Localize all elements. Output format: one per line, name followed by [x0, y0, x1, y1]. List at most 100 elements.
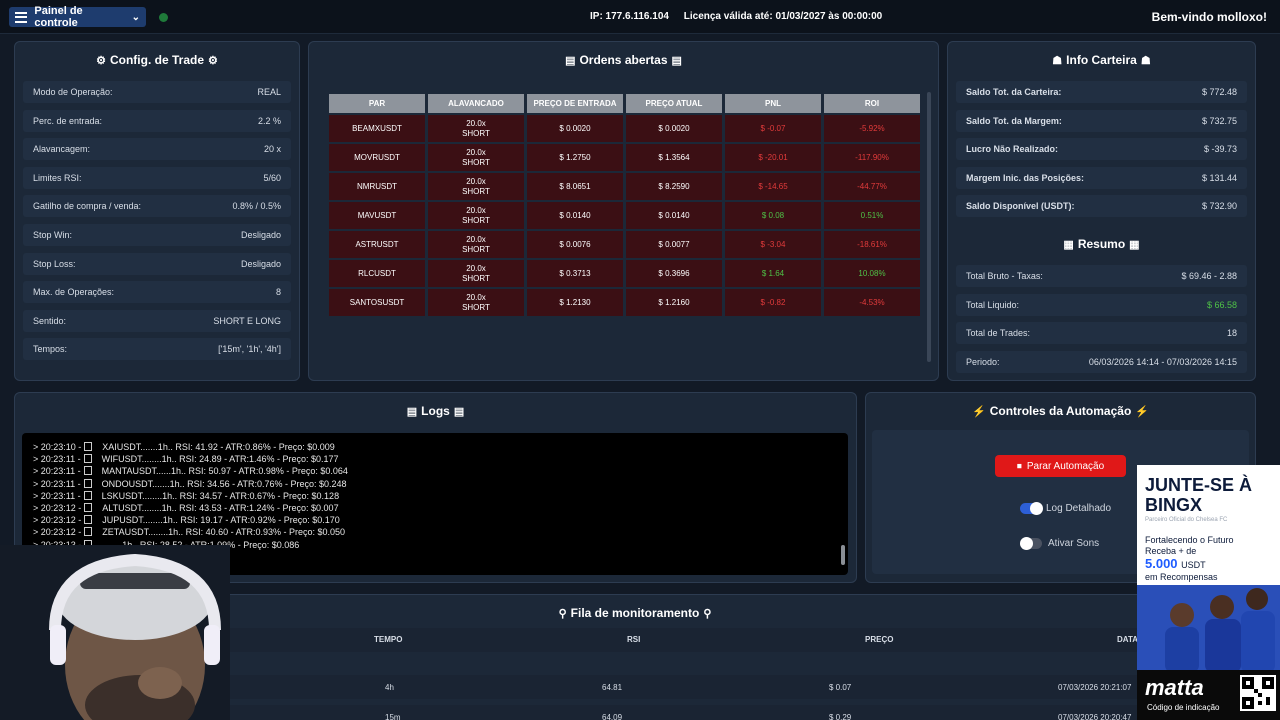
orders-scrollbar[interactable] [927, 92, 931, 362]
order-current-price: $ 1.2160 [626, 287, 722, 316]
wallet-row: Margem Inic. das Posições: $ 131.44 [956, 166, 1247, 189]
config-row: Tempos: ['15m', '1h', '4h'] [23, 338, 291, 361]
wallet-value: $ 732.75 [1201, 115, 1237, 126]
trade-config-panel: ⚙ Config. de Trade ⚙ Modo de Operação: REAL… [14, 41, 300, 381]
money-bag-icon: ☗ [1140, 55, 1151, 67]
summary-row: Total Bruto - Taxas: $ 69.46 - 2.88 [956, 265, 1247, 287]
wallet-row: Saldo Disponível (USDT): $ 732.90 [956, 195, 1247, 218]
log-info-icon [83, 466, 92, 476]
config-label: Limites RSI: [33, 172, 82, 183]
log-line: > 20:23:11 - LSKUSDT........1h.. RSI: 34.… [33, 490, 340, 501]
log-text: XAIUSDT.......1h.. RSI: 41.92 - ATR:0.86… [102, 442, 335, 452]
chevron-down-icon: ⌄ [131, 11, 140, 23]
order-pair: SANTOSUSDT [329, 287, 425, 316]
order-pnl: $ -20.01 [725, 142, 821, 171]
ad-line1: Fortalecendo o Futuro Receba + de [1145, 535, 1234, 556]
wallet-label: Lucro Não Realizado: [966, 144, 1059, 155]
log-timestamp: > 20:23:12 - [33, 503, 82, 513]
order-row[interactable]: SANTOSUSDT 20.0x SHORT $ 1.2130 $ 1.2160 $ -0… [329, 287, 920, 316]
log-text: MANTAUSDT......1h.. RSI: 50.97 - ATR:0.9… [101, 466, 348, 477]
log-info-icon [84, 515, 93, 525]
order-row[interactable]: ASTRUSDT 20.0x SHORT $ 0.0076 $ 0.0077 $ -3.0… [329, 229, 920, 258]
queue-header-tempo: TEMPO [374, 635, 403, 644]
top-bar: Painel de controle ⌄ IP: 177.6.116.104 L… [0, 0, 1280, 34]
log-text: JUPUSDT........1h.. RSI: 19.17 - ATR:0.9… [102, 515, 340, 526]
order-entry-price: $ 1.2130 [527, 287, 623, 316]
order-row[interactable]: MAVUSDT 20.0x SHORT $ 0.0140 $ 0.0140 $ 0.08 0… [329, 200, 920, 229]
order-side: SHORT [462, 157, 490, 167]
log-icon: ▤ [453, 406, 465, 418]
sounds-toggle[interactable] [1020, 537, 1042, 550]
config-value: 8 [275, 287, 281, 298]
queue-data: 07/03/2026 20:20:47 [1058, 713, 1132, 720]
ad-amount: 5.000 USDT [1145, 556, 1206, 571]
order-row[interactable]: MOVRUSDT 20.0x SHORT $ 1.2750 $ 1.3564 $ -20.… [329, 142, 920, 171]
order-row[interactable]: BEAMXUSDT 20.0x SHORT $ 0.0020 $ 0.0020 $ -0.… [329, 113, 920, 142]
open-orders-title: ▤ Ordens abertas ▤ [565, 53, 682, 67]
order-leverage-value: 20.0x [466, 205, 486, 215]
config-value: REAL [257, 87, 281, 97]
log-text: WIFUSDT........1h.. RSI: 24.89 - ATR:1.4… [101, 454, 339, 465]
log-line: > 20:23:11 - ONDOUSDT.......1h.. RSI: 34.… [33, 478, 347, 489]
stop-automation-button[interactable]: ⏹ Parar Automação [995, 455, 1126, 477]
summary-row: Total Liquido: $ 66.58 [956, 293, 1247, 316]
order-roi: -5.92% [824, 113, 920, 142]
order-current-price: $ 0.3696 [626, 258, 722, 287]
config-value: SHORT E LONG [213, 315, 281, 326]
order-current-price: $ 0.0140 [626, 200, 722, 229]
orders-header-4: PNL [725, 94, 821, 113]
order-side: SHORT [462, 215, 490, 225]
order-roi: -18.61% [824, 229, 920, 258]
order-leverage-value: 20.0x [466, 147, 486, 157]
order-pair: RLCUSDT [329, 258, 425, 287]
log-detail-toggle[interactable] [1020, 502, 1043, 515]
wallet-value: $ 732.90 [1201, 201, 1237, 212]
order-roi: -44.77% [824, 171, 920, 200]
order-leverage: 20.0x SHORT [428, 142, 524, 171]
control-panel-menu-button[interactable]: Painel de controle ⌄ [9, 5, 146, 29]
ad-players-image [1137, 585, 1280, 673]
config-row: Sentido: SHORT E LONG [23, 309, 291, 332]
order-pair: NMRUSDT [329, 171, 425, 200]
wallet-row: Lucro Não Realizado: $ -39.73 [956, 138, 1247, 161]
config-label: Stop Loss: [33, 258, 76, 269]
ad-subtitle: Parceiro Oficial do Chelsea FC [1145, 517, 1228, 523]
wallet-info-panel: ☗ Info Carteira ☗ Saldo Tot. da Carteira: $… [947, 41, 1256, 381]
config-value: ['15m', '1h', '4h'] [218, 344, 281, 355]
log-info-icon [84, 527, 93, 537]
order-side: SHORT [462, 128, 490, 138]
summary-title: ▦ Resumo ▦ [1063, 237, 1140, 251]
order-pnl: $ -0.82 [725, 287, 821, 316]
order-current-price: $ 0.0077 [626, 229, 722, 258]
webcam-overlay [0, 545, 230, 720]
qr-code-icon [1240, 675, 1276, 711]
order-leverage: 20.0x SHORT [428, 200, 524, 229]
order-row[interactable]: NMRUSDT 20.0x SHORT $ 8.0651 $ 8.2590 $ -14.6… [329, 171, 920, 200]
wallet-label: Saldo Tot. da Margem: [966, 115, 1062, 126]
wallet-row: Saldo Tot. da Margem: $ 732.75 [956, 109, 1247, 132]
search-icon: ⚲ [703, 608, 712, 620]
trade-config-title: ⚙ Config. de Trade ⚙ [96, 53, 218, 67]
log-scrollbar[interactable] [841, 545, 845, 565]
orders-header-2: PREÇO DE ENTRADA [527, 94, 623, 113]
gear-icon: ⚙ [96, 55, 106, 67]
order-pair: MAVUSDT [329, 200, 425, 229]
wallet-info-title: ☗ Info Carteira ☗ [1052, 53, 1151, 67]
log-info-icon [83, 454, 92, 464]
order-row[interactable]: RLCUSDT 20.0x SHORT $ 0.3713 $ 0.3696 $ 1.64 1… [329, 258, 920, 287]
log-text: LSKUSDT........1h.. RSI: 34.57 - ATR:0.6… [101, 490, 340, 501]
orders-header-1: ALAVANCADO [428, 94, 524, 113]
log-info-icon [83, 478, 92, 488]
order-pair: ASTRUSDT [329, 229, 425, 258]
config-label: Stop Win: [33, 230, 73, 240]
log-line: > 20:23:12 - JUPUSDT........1h.. RSI: 19.… [33, 515, 340, 525]
ad-headline: JUNTE-SE À BINGX [1145, 475, 1253, 515]
log-line: > 20:23:10 - XAIUSDT.......1h.. RSI: 41.9… [33, 442, 335, 452]
log-text: ALTUSDT........1h.. RSI: 43.53 - ATR:1.2… [102, 503, 339, 513]
summary-value: 18 [1226, 328, 1237, 339]
order-current-price: $ 1.3564 [626, 142, 722, 171]
wallet-value: $ -39.73 [1203, 144, 1237, 155]
summary-row: Total de Trades: 18 [956, 322, 1247, 345]
order-side: SHORT [462, 244, 490, 254]
order-roi: 0.51% [824, 200, 920, 229]
